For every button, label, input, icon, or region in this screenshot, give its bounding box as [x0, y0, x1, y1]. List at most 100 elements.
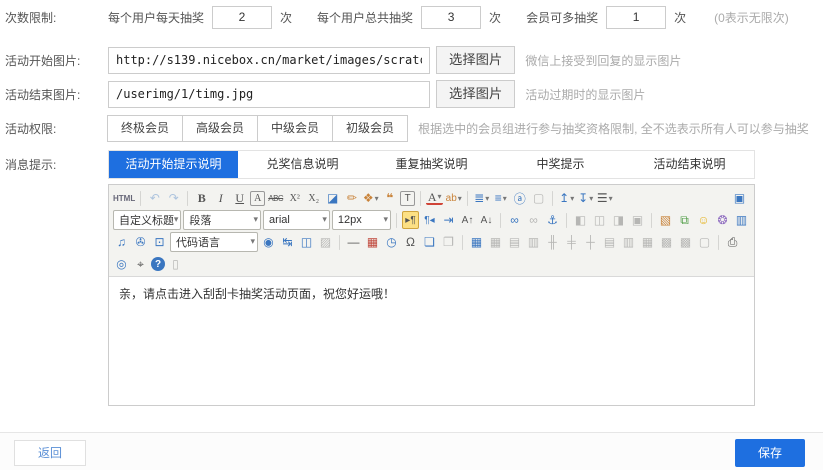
member-level-junior[interactable]: 初级会员	[332, 115, 408, 142]
media-icon[interactable]: ▥	[733, 211, 750, 229]
tab-activity-start-tip[interactable]: 活动开始提示说明	[109, 151, 238, 178]
img-align-left-icon[interactable]: ◧	[572, 211, 589, 229]
indent-icon[interactable]: ⇥	[440, 211, 457, 229]
emoticon-icon[interactable]: ☺	[695, 211, 712, 229]
save-button[interactable]: 保存	[735, 439, 805, 467]
clear-doc-icon[interactable]: ▢	[696, 233, 713, 251]
insert-code-icon[interactable]: ⊡	[151, 233, 168, 251]
quote-note-icon[interactable]: ❐	[440, 233, 457, 251]
insert-col-icon[interactable]: ╪	[563, 233, 580, 251]
table-props-icon[interactable]: ▩	[658, 233, 675, 251]
attachment-icon[interactable]: ✇	[132, 233, 149, 251]
per-day-input[interactable]	[212, 6, 272, 29]
toolbar-separator	[396, 213, 397, 228]
rtl-icon[interactable]: ¶◂	[421, 211, 438, 229]
align-top-icon[interactable]: ↥	[558, 189, 575, 207]
img-align-right-icon[interactable]: ◨	[610, 211, 627, 229]
font-family-select[interactable]: arial	[263, 210, 330, 230]
hr-icon[interactable]: —	[345, 233, 362, 251]
insert-row-icon[interactable]: ╫	[544, 233, 561, 251]
source-code-button[interactable]: HTML	[113, 189, 135, 207]
tab-win-tip[interactable]: 中奖提示	[496, 151, 625, 178]
total-draw-input[interactable]	[421, 6, 481, 29]
delete-table-icon[interactable]: ▦	[487, 233, 504, 251]
member-level-middle[interactable]: 中级会员	[257, 115, 333, 142]
split-cell-icon[interactable]: ▥	[525, 233, 542, 251]
strikethrough-icon[interactable]: ABC	[267, 189, 284, 207]
start-image-input[interactable]	[108, 47, 430, 74]
link-icon[interactable]: ∞	[506, 211, 523, 229]
bullet-list-icon[interactable]: ≡	[492, 189, 509, 207]
underline-icon[interactable]: U	[231, 189, 248, 207]
end-image-pick-button[interactable]: 选择图片	[436, 80, 515, 108]
member-level-ultimate[interactable]: 终极会员	[107, 115, 183, 142]
editor-content[interactable]: 亲，请点击进入刮刮卡抽奖活动页面，祝您好运哦！	[109, 277, 754, 405]
insert-image-icon[interactable]: ▧	[657, 211, 674, 229]
template-icon[interactable]: ▨	[317, 233, 334, 251]
remove-format-icon[interactable]: ◪	[324, 189, 341, 207]
font-color-icon[interactable]: A	[426, 191, 443, 205]
member-level-senior[interactable]: 高级会员	[182, 115, 258, 142]
map-icon[interactable]: ◉	[260, 233, 277, 251]
anchor-text-icon[interactable]: ⓐ	[511, 189, 528, 207]
paste-plain-icon[interactable]: T	[400, 191, 415, 206]
toolbar-separator	[420, 191, 421, 206]
format-brush-icon[interactable]: ✏	[343, 189, 360, 207]
font-size-select[interactable]: 12px	[332, 210, 391, 230]
time-icon[interactable]: ◷	[383, 233, 400, 251]
tab-repeat-draw[interactable]: 重复抽奖说明	[367, 151, 496, 178]
member-extra-input[interactable]	[606, 6, 666, 29]
print-icon[interactable]: ⎙	[724, 233, 741, 251]
italic-icon[interactable]: I	[212, 189, 229, 207]
iframe-icon[interactable]: ◫	[298, 233, 315, 251]
word-clean-icon[interactable]: ❖	[362, 189, 379, 207]
img-align-center-icon[interactable]: ◫	[591, 211, 608, 229]
special-char-icon[interactable]: Ω	[402, 233, 419, 251]
font-size-down-icon[interactable]: A↓	[478, 211, 495, 229]
find-replace-icon[interactable]: ⌖	[132, 255, 149, 273]
paste-icon[interactable]: ▯	[167, 255, 184, 273]
font-size-up-icon[interactable]: A↑	[459, 211, 476, 229]
ltr-icon[interactable]: ▸¶	[402, 211, 419, 229]
subscript-icon[interactable]: X₂	[305, 189, 322, 207]
tab-activity-end[interactable]: 活动结束说明	[625, 151, 754, 178]
img-block-icon[interactable]: ▣	[629, 211, 646, 229]
delete-row-icon[interactable]: ┼	[582, 233, 599, 251]
highlight-color-icon[interactable]: ab	[445, 189, 462, 207]
align-middle-icon[interactable]: ↧	[577, 189, 594, 207]
preview-icon[interactable]: ◎	[113, 255, 130, 273]
insert-table-icon[interactable]: ▦	[468, 233, 485, 251]
insert-col-after-icon[interactable]: ▥	[620, 233, 637, 251]
redo-icon[interactable]: ↷	[165, 189, 182, 207]
tab-redeem-info[interactable]: 兑奖信息说明	[238, 151, 367, 178]
border-text-icon[interactable]: A	[250, 191, 265, 206]
end-image-input[interactable]	[108, 81, 430, 108]
new-doc-icon[interactable]: ▢	[530, 189, 547, 207]
insert-row-after-icon[interactable]: ▤	[601, 233, 618, 251]
line-height-icon[interactable]: ☰	[596, 189, 613, 207]
style-select[interactable]: 自定义标题	[113, 210, 181, 230]
fullscreen-icon[interactable]: ▣	[731, 189, 748, 207]
blockquote-icon[interactable]: ❝	[381, 189, 398, 207]
undo-icon[interactable]: ↶	[146, 189, 163, 207]
music-icon[interactable]: ♫	[113, 233, 130, 251]
bold-icon[interactable]: B	[193, 189, 210, 207]
comment-icon[interactable]: ❏	[421, 233, 438, 251]
flash-icon[interactable]: ❂	[714, 211, 731, 229]
image-manager-icon[interactable]: ⧉	[676, 211, 693, 229]
date-icon[interactable]: ▦	[364, 233, 381, 251]
delete-col-icon[interactable]: ▦	[639, 233, 656, 251]
paragraph-format-select[interactable]: 段落	[183, 210, 261, 230]
merge-cells-icon[interactable]: ▤	[506, 233, 523, 251]
start-image-pick-button[interactable]: 选择图片	[436, 46, 515, 74]
help-icon[interactable]: ?	[151, 257, 165, 271]
ordered-list-icon[interactable]: ≣	[473, 189, 490, 207]
page-break-icon[interactable]: ↹	[279, 233, 296, 251]
unlink-icon[interactable]: ∞	[525, 211, 542, 229]
code-language-select[interactable]: 代码语言	[170, 232, 258, 252]
superscript-icon[interactable]: X²	[286, 189, 303, 207]
anchor-icon[interactable]: ⚓	[544, 211, 561, 229]
cell-props-icon[interactable]: ▩	[677, 233, 694, 251]
message-tip-row: 消息提示: 活动开始提示说明兑奖信息说明重复抽奖说明中奖提示活动结束说明	[0, 150, 823, 178]
back-button[interactable]: 返回	[14, 440, 86, 466]
